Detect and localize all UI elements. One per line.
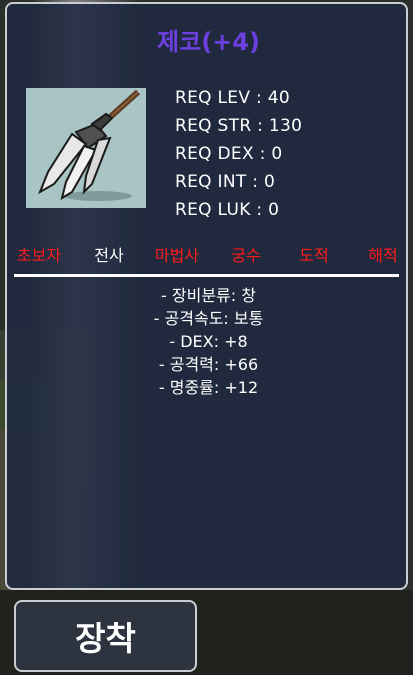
- req-int: REQ INT : 0: [175, 172, 276, 192]
- equip-button[interactable]: 장착: [14, 600, 197, 672]
- requirements-list: REQ LEV : 40 REQ STR : 130 REQ DEX : 0 R…: [175, 84, 302, 224]
- req-str: REQ STR : 130: [175, 116, 303, 136]
- job-pirate: 해적: [368, 246, 398, 265]
- section-divider: [14, 274, 399, 277]
- trident-weapon-icon: [38, 89, 141, 201]
- job-magician: 마법사: [154, 246, 200, 265]
- stat-attack-speed: - 공격속도: 보통: [153, 309, 264, 328]
- job-class-row: 초보자 전사 마법사 궁수 도적 해적: [7, 244, 410, 274]
- req-level: REQ LEV : 40: [175, 88, 290, 108]
- item-icon-frame: [26, 88, 146, 208]
- item-tooltip-panel: 제코(+4) REQ LEV : 40 REQ STR : 130 REQ DE…: [5, 2, 408, 590]
- job-thief: 도적: [299, 246, 329, 265]
- stat-dex: - DEX: +8: [169, 332, 248, 351]
- req-dex: REQ DEX : 0: [175, 144, 283, 164]
- req-luk: REQ LUK : 0: [175, 200, 280, 220]
- job-beginner: 초보자: [16, 246, 62, 265]
- stat-equip-type: - 장비분류: 창: [161, 286, 256, 305]
- item-title: 제코(+4): [157, 28, 260, 56]
- stat-attack: - 공격력: +66: [158, 355, 259, 374]
- item-stats-list: - 장비분류: 창 - 공격속도: 보통 - DEX: +8 - 공격력: +6…: [7, 284, 410, 399]
- job-archer: 궁수: [231, 246, 261, 265]
- stat-accuracy: - 명중률: +12: [158, 378, 259, 397]
- job-warrior: 전사: [94, 246, 124, 265]
